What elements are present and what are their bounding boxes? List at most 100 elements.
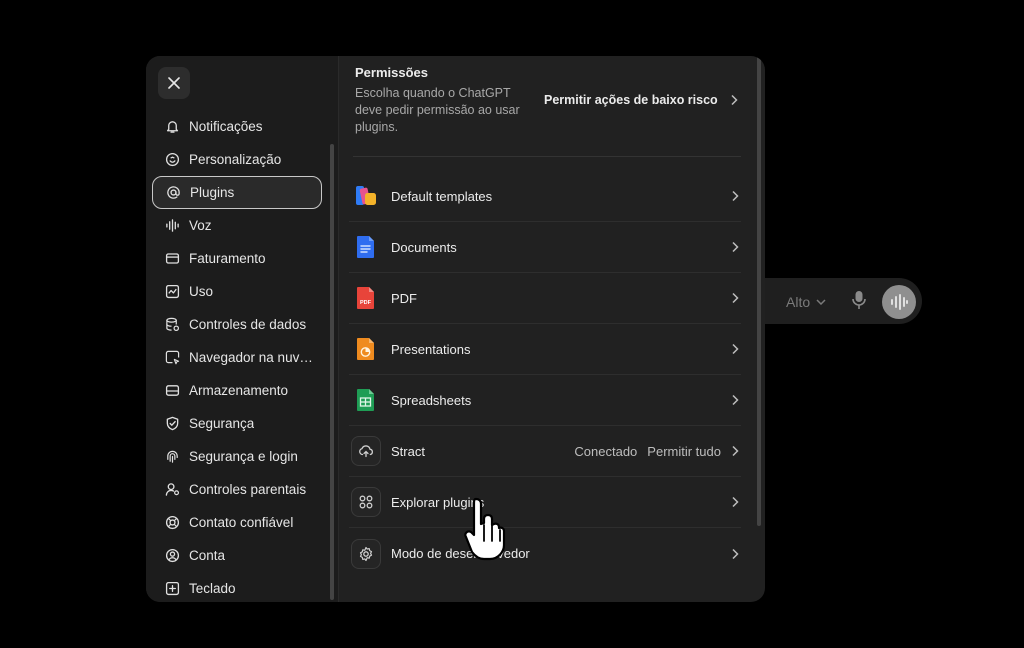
- bell-icon: [164, 119, 180, 135]
- chevron-right-icon: [732, 241, 739, 253]
- waveform-icon: [164, 218, 180, 234]
- sidebar-item-personalizacao[interactable]: Personalização: [152, 143, 322, 176]
- sidebar-item-contato-confiavel[interactable]: Contato confiável: [152, 506, 322, 539]
- sidebar-item-plugins[interactable]: Plugins: [152, 176, 322, 209]
- sidebar-item-conta[interactable]: Conta: [152, 539, 322, 572]
- database-icon: [164, 317, 180, 333]
- plugin-label: Stract: [391, 443, 425, 459]
- sidebar-item-label: Personalização: [189, 152, 282, 167]
- sidebar-item-label: Controles parentais: [189, 482, 307, 497]
- close-button[interactable]: [158, 67, 190, 99]
- pdf-icon: PDF: [351, 283, 381, 313]
- plugin-row-default-templates[interactable]: Default templates: [349, 171, 741, 222]
- sidebar-item-label: Armazenamento: [189, 383, 289, 398]
- storage-icon: [164, 383, 180, 399]
- plugin-row-stract[interactable]: Stract Conectado Permitir tudo: [349, 426, 741, 477]
- sidebar-item-label: Notificações: [189, 119, 263, 134]
- sidebar-item-label: Navegador na nuve...: [189, 350, 317, 365]
- plugin-row-presentations[interactable]: Presentations: [349, 324, 741, 375]
- parental-icon: [164, 482, 180, 498]
- waveform-icon: [891, 294, 908, 310]
- plugin-row-modo-de-desenvolvedor[interactable]: Modo de desenvolvedor: [349, 528, 741, 579]
- gear-icon: [351, 538, 381, 569]
- at-icon: [165, 185, 181, 201]
- credit-card-icon: [164, 251, 180, 267]
- plugin-row-pdf[interactable]: PDF PDF: [349, 273, 741, 324]
- sidebar-item-label: Segurança: [189, 416, 255, 431]
- hand-pointer-icon: [464, 497, 506, 561]
- permissions-description: Escolha quando o ChatGPT deve pedir perm…: [355, 86, 520, 134]
- presentations-icon: [351, 334, 381, 364]
- chevron-right-icon: [732, 190, 739, 202]
- chevron-right-icon: [732, 548, 739, 559]
- sidebar-item-label: Plugins: [190, 185, 235, 200]
- sidebar-item-navegador-na-nuvem[interactable]: Navegador na nuve...: [152, 341, 322, 374]
- content-scrollbar[interactable]: [757, 56, 761, 526]
- sidebar-item-label: Controles de dados: [189, 317, 307, 332]
- plugin-row-explorar-plugins[interactable]: Explorar plugins: [349, 477, 741, 528]
- personalization-icon: [164, 152, 180, 168]
- status-badge: Conectado: [574, 443, 638, 459]
- pdf-icon-text: PDF: [360, 300, 372, 306]
- model-selector-label: Alto: [786, 294, 811, 310]
- stract-icon: [351, 436, 381, 466]
- settings-nav: Notificações Personalização Plugins Voz …: [152, 110, 322, 602]
- chevron-right-icon: [732, 496, 739, 508]
- permission-label: Permitir tudo: [647, 443, 721, 459]
- settings-modal: Notificações Personalização Plugins Voz …: [146, 56, 765, 602]
- sidebar-item-armazenamento[interactable]: Armazenamento: [152, 374, 322, 407]
- sidebar-item-controles-parentais[interactable]: Controles parentais: [152, 473, 322, 506]
- chevron-right-icon: [732, 445, 739, 457]
- chart-icon: [164, 284, 180, 300]
- plugin-label: Documents: [391, 239, 457, 255]
- sidebar-item-uso[interactable]: Uso: [152, 275, 322, 308]
- voice-mode-button[interactable]: [882, 285, 916, 319]
- settings-sidebar: Notificações Personalização Plugins Voz …: [146, 56, 338, 602]
- plugin-row-documents[interactable]: Documents: [349, 222, 741, 273]
- grid-icon: [351, 487, 381, 517]
- permissions-action-label: Permitir ações de baixo risco: [544, 93, 718, 107]
- divider: [353, 156, 741, 157]
- plugin-label: Spreadsheets: [391, 392, 472, 408]
- model-selector[interactable]: Alto: [786, 294, 826, 310]
- keyboard-icon: [164, 581, 180, 597]
- chevron-right-icon: [732, 292, 739, 304]
- sidebar-item-voz[interactable]: Voz: [152, 209, 322, 242]
- documents-icon: [351, 232, 381, 262]
- mic-icon[interactable]: [850, 290, 868, 310]
- plugin-row-spreadsheets[interactable]: Spreadsheets: [349, 375, 741, 426]
- chevron-right-icon: [732, 343, 739, 355]
- sidebar-item-controles-de-dados[interactable]: Controles de dados: [152, 308, 322, 341]
- sidebar-scrollbar[interactable]: [330, 144, 334, 600]
- plugin-label: Default templates: [391, 188, 493, 204]
- sidebar-item-label: Segurança e login: [189, 449, 298, 464]
- sidebar-item-seguranca[interactable]: Segurança: [152, 407, 322, 440]
- close-icon: [168, 77, 180, 89]
- sidebar-item-label: Conta: [189, 548, 226, 563]
- permissions-title: Permissões: [355, 65, 428, 80]
- sidebar-item-label: Faturamento: [189, 251, 266, 266]
- chevron-down-icon: [816, 299, 826, 305]
- sidebar-item-notificacoes[interactable]: Notificações: [152, 110, 322, 143]
- shield-icon: [164, 416, 180, 432]
- chevron-right-icon: [732, 394, 739, 406]
- cloud-browser-icon: [164, 350, 180, 366]
- account-icon: [164, 548, 180, 564]
- plugin-label: Presentations: [391, 341, 471, 357]
- sidebar-item-label: Contato confiável: [189, 515, 294, 530]
- sidebar-item-faturamento[interactable]: Faturamento: [152, 242, 322, 275]
- chevron-right-icon: [731, 94, 738, 106]
- sidebar-item-label: Voz: [189, 218, 212, 233]
- permissions-action-button[interactable]: Permitir ações de baixo risco: [544, 93, 738, 107]
- sidebar-item-teclado[interactable]: Teclado: [152, 572, 322, 602]
- templates-icon: [351, 181, 381, 211]
- plugin-label: PDF: [391, 290, 417, 306]
- sidebar-item-label: Teclado: [189, 581, 236, 596]
- sidebar-item-label: Uso: [189, 284, 214, 299]
- sidebar-item-seguranca-e-login[interactable]: Segurança e login: [152, 440, 322, 473]
- lifebuoy-icon: [164, 515, 180, 531]
- fingerprint-icon: [164, 449, 180, 465]
- plugins-panel: Permissões Escolha quando o ChatGPT deve…: [339, 56, 765, 602]
- plugin-list: Default templates Documents PDF PDF Pres…: [349, 171, 741, 579]
- spreadsheets-icon: [351, 385, 381, 415]
